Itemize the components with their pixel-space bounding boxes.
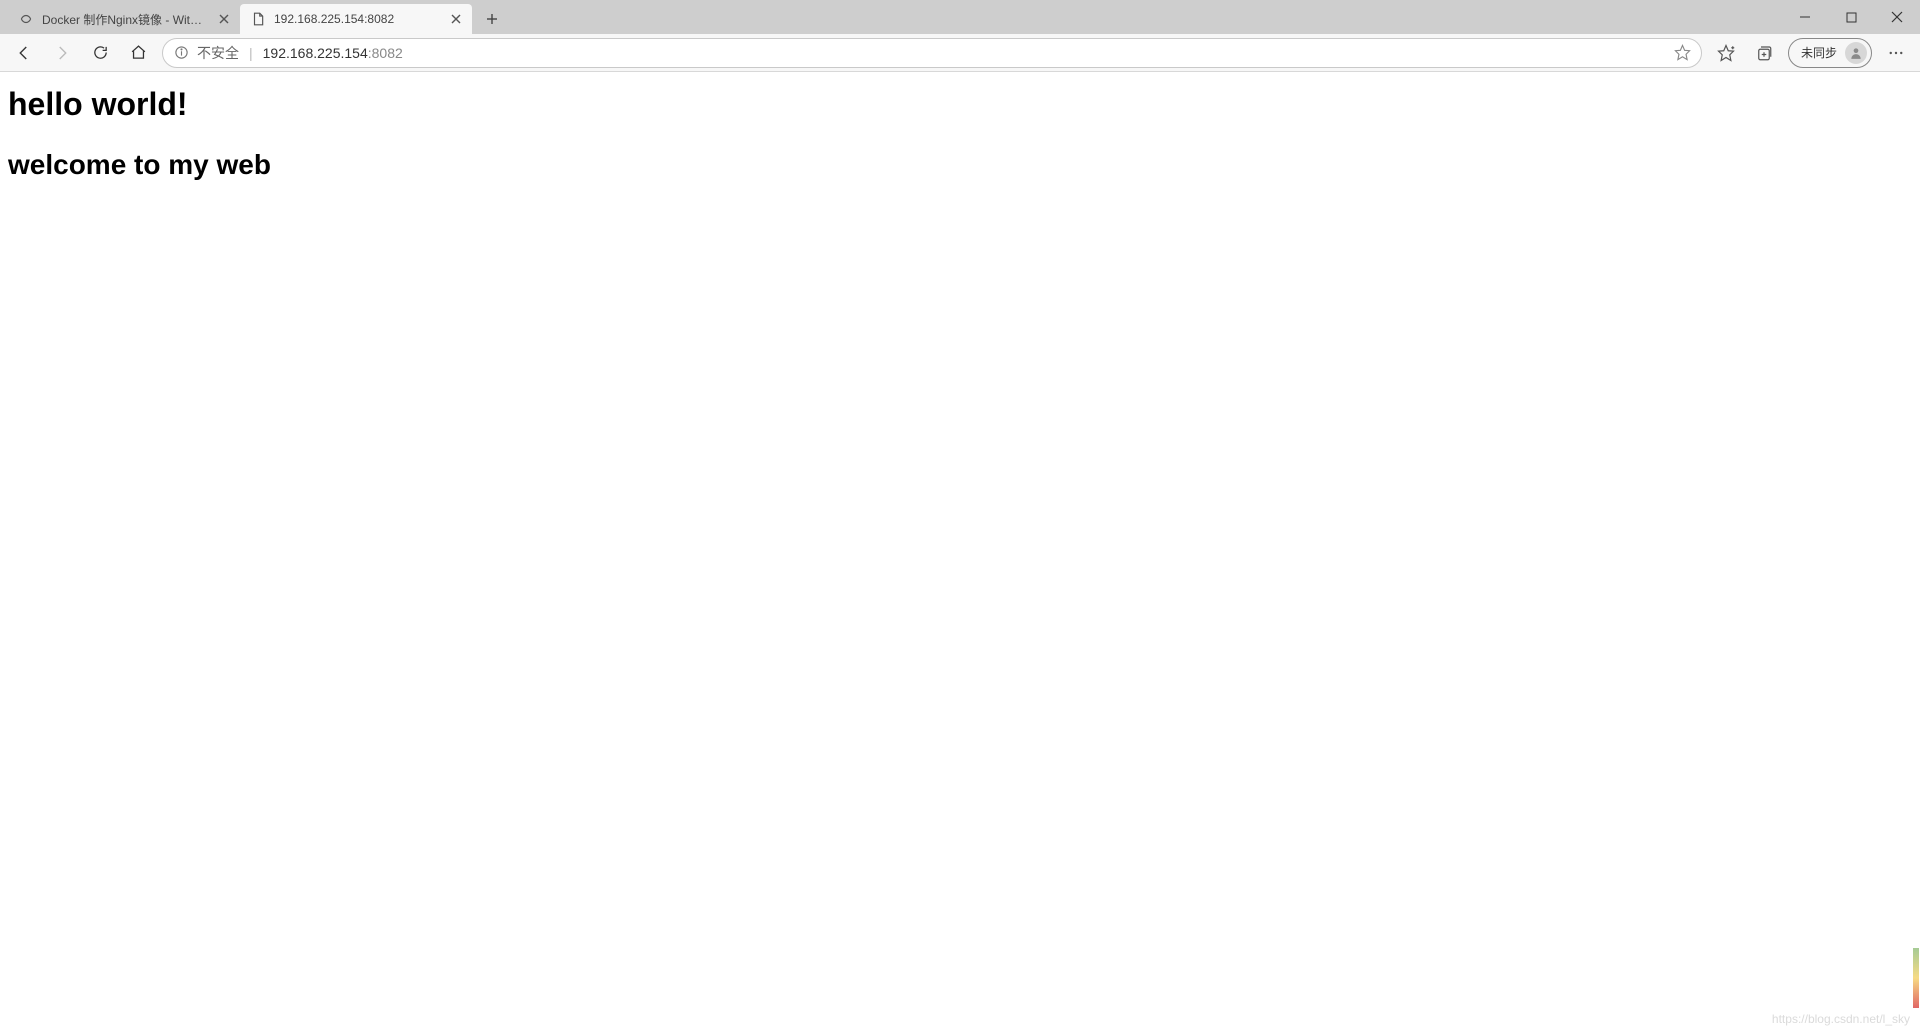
maximize-button[interactable] bbox=[1828, 0, 1874, 34]
toolbar-right: 未同步 bbox=[1708, 37, 1914, 69]
tab-title: Docker 制作Nginx镜像 - Withfee bbox=[42, 11, 208, 28]
home-button[interactable] bbox=[120, 37, 156, 69]
tab-title: 192.168.225.154:8082 bbox=[274, 12, 440, 26]
window-controls bbox=[1782, 0, 1920, 34]
scrollbar-indicator[interactable] bbox=[1913, 948, 1919, 1008]
back-button[interactable] bbox=[6, 37, 42, 69]
page-heading-1: hello world! bbox=[8, 86, 1912, 123]
favorites-icon[interactable] bbox=[1708, 37, 1744, 69]
tab-strip: Docker 制作Nginx镜像 - Withfee 192.168.225.1… bbox=[0, 0, 1920, 34]
close-icon[interactable] bbox=[448, 11, 464, 27]
avatar-icon bbox=[1845, 42, 1867, 64]
refresh-button[interactable] bbox=[82, 37, 118, 69]
security-label: 不安全 bbox=[197, 43, 239, 63]
address-bar[interactable]: 不安全 | 192.168.225.154:8082 bbox=[162, 38, 1702, 68]
tab-ip-page[interactable]: 192.168.225.154:8082 bbox=[240, 4, 472, 34]
minimize-button[interactable] bbox=[1782, 0, 1828, 34]
new-tab-button[interactable] bbox=[478, 5, 506, 33]
url-text: 192.168.225.154:8082 bbox=[263, 45, 403, 61]
info-icon[interactable] bbox=[173, 45, 189, 61]
profile-sync-button[interactable]: 未同步 bbox=[1788, 38, 1872, 68]
close-icon[interactable] bbox=[216, 11, 232, 27]
favorite-star-icon[interactable] bbox=[1674, 44, 1691, 61]
tab-docker-nginx[interactable]: Docker 制作Nginx镜像 - Withfee bbox=[8, 4, 240, 34]
more-menu-button[interactable] bbox=[1878, 37, 1914, 69]
page-favicon-icon bbox=[18, 11, 34, 27]
page-heading-2: welcome to my web bbox=[8, 149, 1912, 181]
forward-button[interactable] bbox=[44, 37, 80, 69]
divider: | bbox=[249, 45, 253, 61]
sync-label: 未同步 bbox=[1801, 44, 1837, 61]
document-icon bbox=[250, 11, 266, 27]
toolbar: 不安全 | 192.168.225.154:8082 未同步 bbox=[0, 34, 1920, 72]
page-content: hello world! welcome to my web bbox=[0, 72, 1920, 195]
collections-icon[interactable] bbox=[1746, 37, 1782, 69]
watermark-text: https://blog.csdn.net/l_sky bbox=[1772, 1012, 1910, 1026]
close-window-button[interactable] bbox=[1874, 0, 1920, 34]
